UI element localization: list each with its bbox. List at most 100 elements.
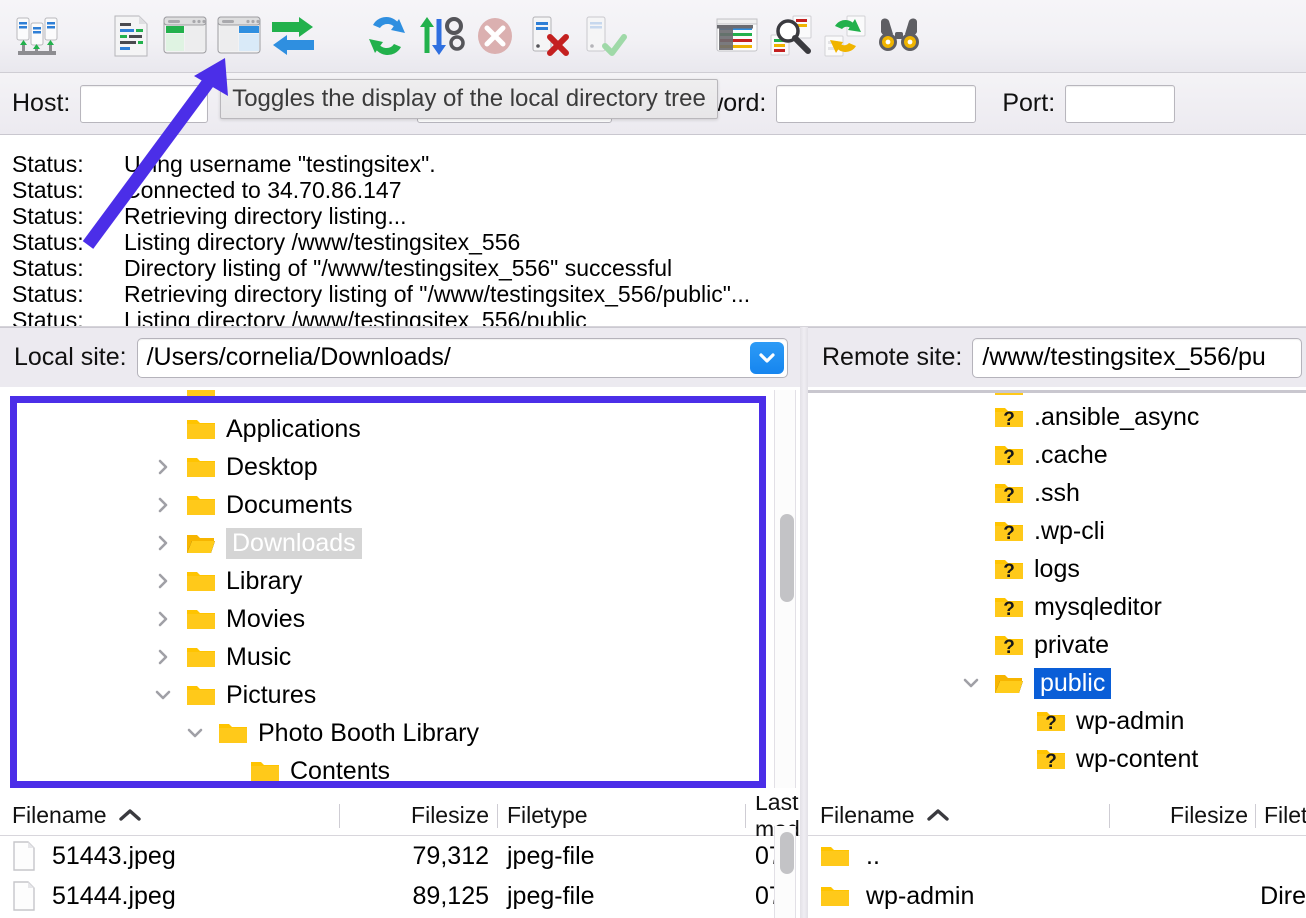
chevron-right-icon[interactable] <box>152 608 174 630</box>
tree-item[interactable]: ?wp-admin <box>810 702 1290 740</box>
tree-expander[interactable] <box>152 532 174 554</box>
svg-text:?: ? <box>1003 561 1015 582</box>
table-row[interactable]: .. <box>808 836 1306 876</box>
tree-expander[interactable] <box>184 722 206 744</box>
tree-item[interactable]: Music <box>2 638 774 676</box>
chevron-right-icon[interactable] <box>152 570 174 592</box>
reconnect-button[interactable] <box>576 9 630 63</box>
local-tree-scrollbar[interactable] <box>774 390 796 788</box>
tree-item[interactable]: Library <box>2 562 774 600</box>
column-header-filesize[interactable]: Filesize <box>340 796 498 836</box>
tree-item-label: Library <box>226 567 302 596</box>
message-log[interactable]: Status:Using username "testingsitex".Sta… <box>0 135 1306 327</box>
toggle-transfer-queue-icon <box>269 14 317 58</box>
tree-expander[interactable] <box>152 494 174 516</box>
tree-item[interactable]: ?mysqleditor <box>810 588 1290 626</box>
local-tree-scroll-thumb[interactable] <box>780 514 794 602</box>
chevron-down-icon[interactable] <box>152 684 174 706</box>
compare-directories-button[interactable] <box>764 9 818 63</box>
local-file-list[interactable]: Filename Filesize Filetype Last modified… <box>0 796 800 918</box>
log-kind: Status: <box>0 151 124 178</box>
tree-item[interactable]: Applications <box>2 410 774 448</box>
tree-expander[interactable] <box>152 646 174 668</box>
tree-item[interactable]: ?.wp-cli <box>810 512 1290 550</box>
cancel-button[interactable] <box>468 9 522 63</box>
synchronized-browsing-icon <box>821 13 869 59</box>
tree-item[interactable]: ?.cache <box>810 436 1290 474</box>
svg-text:?: ? <box>1045 751 1057 772</box>
folder-unknown-icon: ? <box>994 594 1024 620</box>
log-message: Connected to 34.70.86.147 <box>124 177 402 204</box>
filter-button[interactable] <box>710 9 764 63</box>
local-path-dropdown-button[interactable] <box>750 342 784 374</box>
tree-item[interactable]: Documents <box>2 486 774 524</box>
tree-expander <box>152 418 174 440</box>
chevron-right-icon[interactable] <box>152 494 174 516</box>
tree-item-icon <box>186 682 216 708</box>
tree-expander <box>1002 748 1024 770</box>
find-files-button[interactable] <box>872 9 926 63</box>
local-directory-tree[interactable]: ApplicationsDesktop Documents Downloads Lib… <box>2 390 774 788</box>
toggle-remote-tree-button[interactable] <box>212 9 266 63</box>
process-queue-button[interactable] <box>414 9 468 63</box>
toolbar-tooltip: Toggles the display of the local directo… <box>220 79 718 119</box>
tree-item[interactable]: Contents <box>2 752 774 788</box>
column-header-filetype[interactable]: Filetype <box>1256 796 1306 836</box>
host-input[interactable] <box>80 85 208 123</box>
local-path-input[interactable]: /Users/cornelia/Downloads/ <box>137 338 788 378</box>
table-row[interactable]: wp-adminDire <box>808 876 1306 916</box>
column-header-filename[interactable]: Filename <box>0 796 340 836</box>
pane-splitter[interactable] <box>800 327 808 918</box>
toggle-message-log-button[interactable] <box>104 9 158 63</box>
table-row[interactable]: 51444.jpeg89,125jpeg-file07 <box>0 876 800 916</box>
cell-filename: wp-admin <box>808 876 1110 916</box>
tree-item[interactable]: ?.ssh <box>810 474 1290 512</box>
remote-directory-tree[interactable]: ?.ansible?.ansible_async?.cache?.ssh?.wp… <box>810 390 1290 788</box>
tree-item[interactable]: ?private <box>810 626 1290 664</box>
synchronized-browsing-button[interactable] <box>818 9 872 63</box>
local-file-list-scroll-thumb[interactable] <box>780 832 794 874</box>
tree-item-label: Movies <box>226 605 305 634</box>
chevron-right-icon[interactable] <box>152 456 174 478</box>
tree-item[interactable]: ?wp-content <box>810 740 1290 778</box>
refresh-button[interactable] <box>360 9 414 63</box>
tree-expander[interactable] <box>152 684 174 706</box>
port-input[interactable] <box>1065 85 1175 123</box>
tree-item-icon: ? <box>994 442 1024 468</box>
toggle-local-tree-icon <box>161 14 209 58</box>
tree-item-label: Documents <box>226 491 352 520</box>
log-message: Listing directory /www/testingsitex_556 <box>124 229 520 256</box>
tree-item[interactable]: Downloads <box>2 524 774 562</box>
local-file-list-scrollbar[interactable] <box>774 826 796 918</box>
toggle-transfer-queue-button[interactable] <box>266 9 320 63</box>
column-header-filetype[interactable]: Filetype <box>498 796 746 836</box>
tree-item[interactable]: Pictures <box>2 676 774 714</box>
tree-expander <box>960 520 982 542</box>
tree-item[interactable]: ?logs <box>810 550 1290 588</box>
tree-item[interactable]: Photo Booth Library <box>2 714 774 752</box>
tree-item[interactable]: Movies <box>2 600 774 638</box>
chevron-right-icon[interactable] <box>152 532 174 554</box>
chevron-down-icon[interactable] <box>960 672 982 694</box>
remote-path-input[interactable]: /www/testingsitex_556/pu <box>972 338 1302 378</box>
chevron-right-icon[interactable] <box>152 646 174 668</box>
tree-expander[interactable] <box>960 672 982 694</box>
tree-item[interactable]: Desktop <box>2 448 774 486</box>
site-manager-button[interactable] <box>10 9 64 63</box>
disconnect-button[interactable] <box>522 9 576 63</box>
chevron-down-icon[interactable] <box>184 722 206 744</box>
tree-expander[interactable] <box>152 608 174 630</box>
tree-expander[interactable] <box>152 570 174 592</box>
tree-item-icon <box>218 720 248 746</box>
filter-icon <box>713 14 761 58</box>
table-row[interactable]: 51443.jpeg79,312jpeg-file07 <box>0 836 800 876</box>
password-input[interactable] <box>776 85 976 123</box>
tree-item[interactable]: public <box>810 664 1290 702</box>
column-header-filesize[interactable]: Filesize <box>1110 796 1256 836</box>
column-header-filename[interactable]: Filename <box>808 796 1110 836</box>
tree-expander[interactable] <box>152 456 174 478</box>
remote-file-list[interactable]: Filename Filesize Filetype ..wp-adminDir… <box>808 796 1306 918</box>
tree-item[interactable] <box>2 390 774 410</box>
tree-item[interactable]: ?.ansible_async <box>810 398 1290 436</box>
toggle-local-tree-button[interactable] <box>158 9 212 63</box>
